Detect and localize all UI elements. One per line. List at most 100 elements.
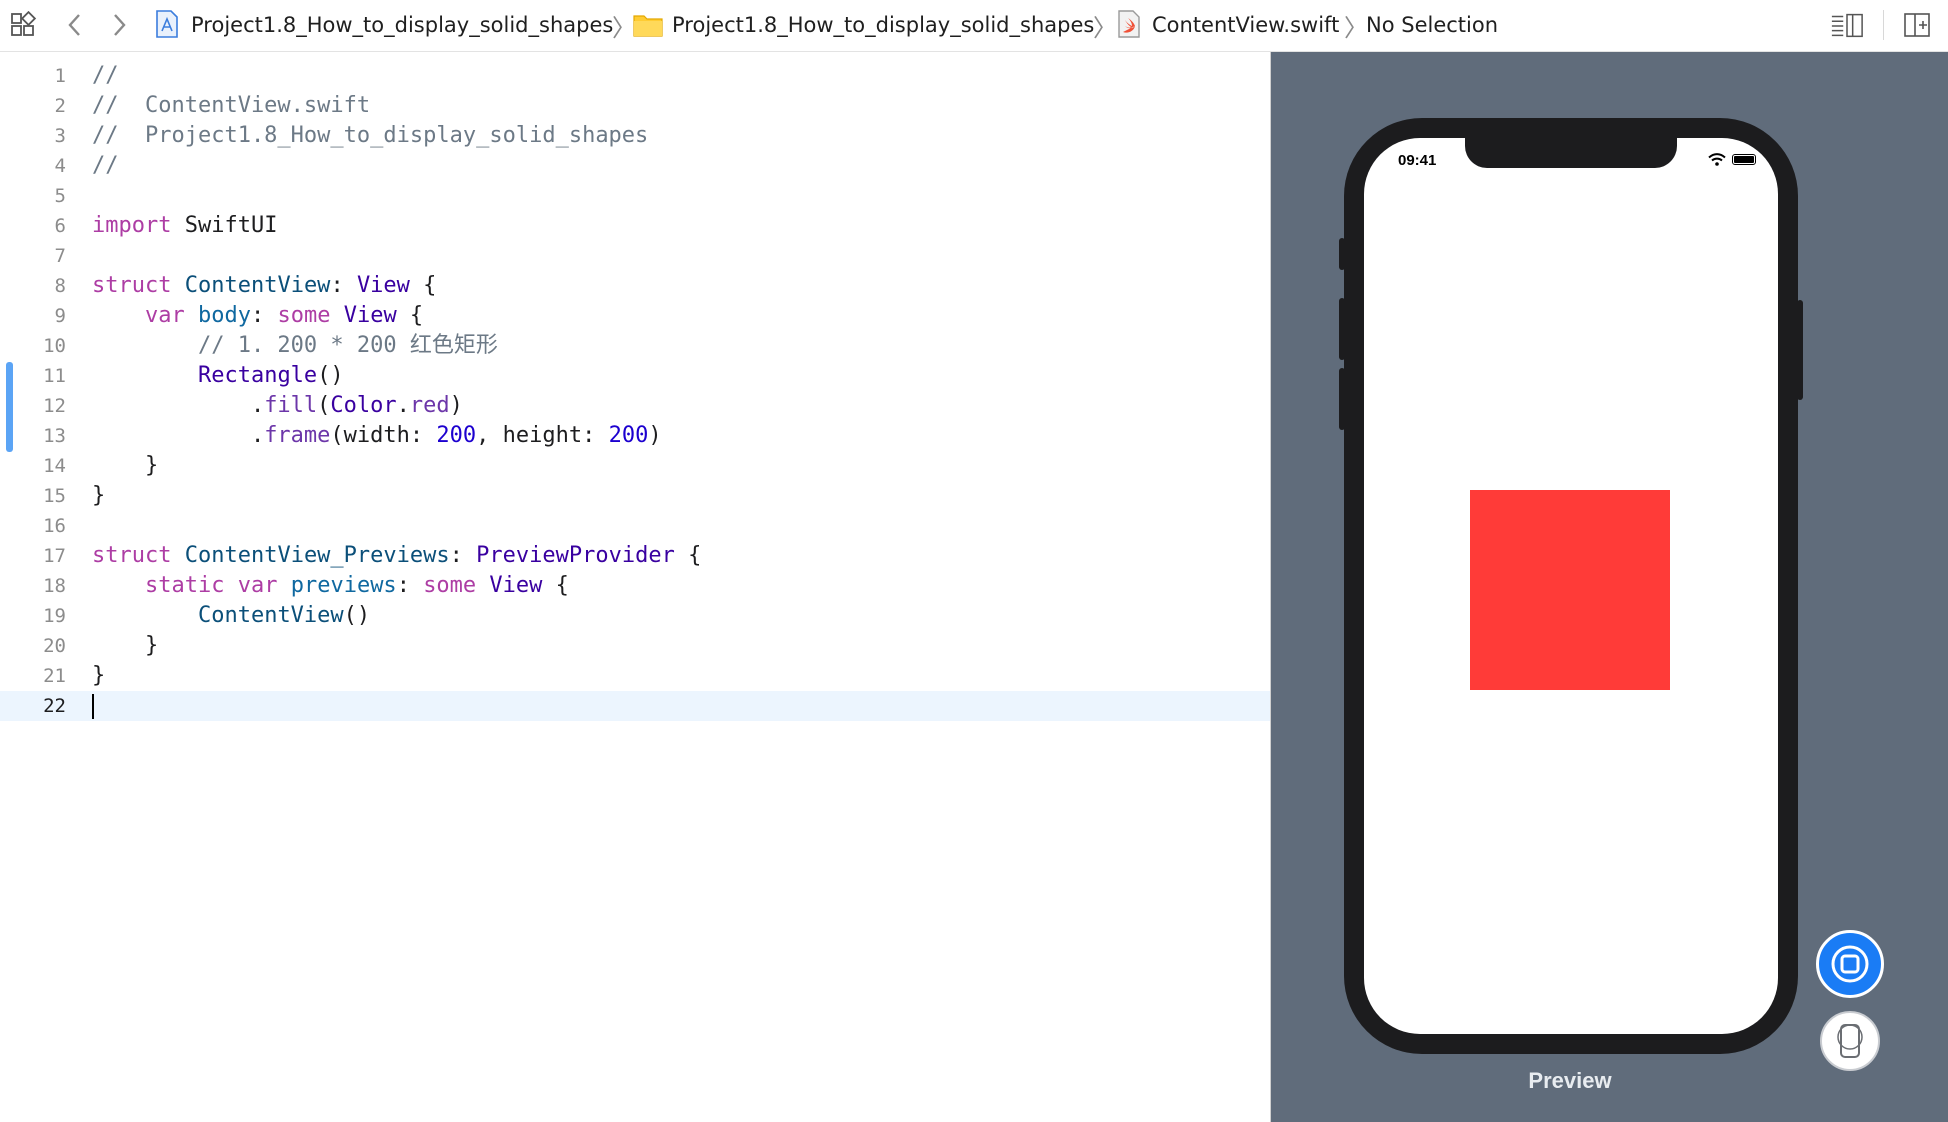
status-bar-icons bbox=[1708, 153, 1756, 166]
code-token: SwiftUI bbox=[171, 213, 278, 238]
code-line[interactable]: 2 // ContentView.swift bbox=[0, 91, 1270, 121]
lines-list-icon bbox=[1831, 13, 1863, 38]
code-line[interactable]: 3 // Project1.8_How_to_display_solid_shap… bbox=[0, 121, 1270, 151]
code-token: , height: bbox=[476, 423, 609, 448]
stop-square-icon bbox=[1831, 945, 1869, 983]
add-editor-button[interactable] bbox=[1900, 8, 1934, 42]
line-number: 12 bbox=[43, 395, 66, 417]
grid-icon bbox=[11, 11, 37, 36]
code-line[interactable]: 7 bbox=[0, 241, 1270, 271]
line-number: 20 bbox=[43, 635, 66, 657]
code-line[interactable]: 14 } bbox=[0, 451, 1270, 481]
code-token: ) bbox=[449, 393, 463, 418]
code-token: { bbox=[674, 543, 702, 568]
line-number: 3 bbox=[54, 125, 66, 147]
preview-on-device-button[interactable] bbox=[1820, 1011, 1880, 1071]
code-line[interactable]: 15} bbox=[0, 481, 1270, 511]
code-line[interactable]: 19 ContentView() bbox=[0, 601, 1270, 631]
line-number: 16 bbox=[43, 515, 66, 537]
forward-button[interactable] bbox=[102, 8, 136, 42]
code-token: fill bbox=[264, 393, 318, 418]
folder-icon bbox=[632, 10, 664, 42]
code-text: .fill(Color.red) bbox=[92, 391, 463, 421]
line-number: 21 bbox=[43, 665, 66, 687]
line-number: 19 bbox=[43, 605, 66, 627]
code-token: View bbox=[343, 303, 397, 328]
code-text: // ContentView.swift bbox=[92, 91, 370, 121]
code-token: . bbox=[92, 423, 265, 448]
code-token: { bbox=[542, 573, 569, 598]
code-token: : bbox=[449, 543, 477, 568]
line-number: 11 bbox=[43, 365, 66, 387]
back-button[interactable] bbox=[58, 8, 92, 42]
code-text: static var previews: some View { bbox=[92, 571, 569, 601]
code-token: } bbox=[92, 453, 159, 478]
jump-bar: Project1.8_How_to_display_solid_shapes 〉… bbox=[0, 0, 1948, 52]
line-number: 1 bbox=[54, 65, 66, 87]
split-editor-icon bbox=[1904, 13, 1930, 37]
code-line[interactable]: 18 static var previews: some View { bbox=[0, 571, 1270, 601]
code-token: // bbox=[92, 153, 119, 178]
chevron-right-icon bbox=[114, 14, 126, 36]
code-text: struct ContentView: View { bbox=[92, 271, 436, 301]
code-token: { bbox=[396, 303, 424, 328]
swift-file-icon bbox=[1116, 9, 1142, 43]
code-token: : bbox=[330, 273, 357, 298]
chevron-left-icon bbox=[68, 14, 80, 36]
code-text: import SwiftUI bbox=[92, 211, 277, 241]
related-items-button[interactable] bbox=[6, 8, 40, 42]
device-notch bbox=[1465, 138, 1677, 168]
line-number: 5 bbox=[54, 185, 66, 207]
code-line[interactable]: 13 .frame(width: 200, height: 200) bbox=[0, 421, 1270, 451]
live-preview-button[interactable] bbox=[1816, 930, 1884, 998]
source-editor[interactable]: 1 // 2 // ContentView.swift 3 // Project1.8_H… bbox=[0, 52, 1270, 1122]
code-line[interactable]: 12 .fill(Color.red) bbox=[0, 391, 1270, 421]
code-line[interactable]: 9 var body: some View { bbox=[0, 301, 1270, 331]
code-line[interactable]: 8 struct ContentView: View { bbox=[0, 271, 1270, 301]
breadcrumb-selection[interactable]: No Selection bbox=[1366, 12, 1498, 38]
line-number: 7 bbox=[54, 245, 66, 267]
code-token: View bbox=[489, 573, 543, 598]
breadcrumb-file[interactable]: ContentView.swift bbox=[1152, 12, 1339, 38]
code-token: . bbox=[396, 393, 410, 418]
code-token: Rectangle bbox=[197, 363, 318, 388]
code-token: some bbox=[423, 573, 477, 598]
line-number: 9 bbox=[54, 305, 66, 327]
code-line[interactable]: 5 bbox=[0, 181, 1270, 211]
editor-options-button[interactable] bbox=[1830, 8, 1864, 42]
preview-label: Preview bbox=[1528, 1068, 1612, 1093]
code-text: ContentView() bbox=[92, 601, 370, 631]
breadcrumb-separator-icon: 〉 bbox=[1093, 14, 1117, 42]
code-line[interactable]: 16 bbox=[0, 511, 1270, 541]
code-line[interactable]: 1 // bbox=[0, 61, 1270, 91]
code-token: } bbox=[92, 633, 159, 658]
device-side-button bbox=[1339, 298, 1345, 360]
line-number: 6 bbox=[54, 215, 66, 237]
code-line[interactable]: 4 // bbox=[0, 151, 1270, 181]
breadcrumb-folder[interactable]: Project1.8_How_to_display_solid_shapes bbox=[672, 12, 1094, 38]
toolbar-divider bbox=[1883, 10, 1884, 40]
code-token: } bbox=[92, 483, 106, 508]
code-line[interactable]: 10 // 1. 200 * 200 红色矩形 bbox=[0, 331, 1270, 361]
code-line[interactable]: 21} bbox=[0, 661, 1270, 691]
code-line[interactable]: 6 import SwiftUI bbox=[0, 211, 1270, 241]
code-line[interactable]: 11 Rectangle() bbox=[0, 361, 1270, 391]
code-line[interactable]: 20 } bbox=[0, 631, 1270, 661]
code-token: red bbox=[409, 393, 450, 418]
line-number: 15 bbox=[43, 485, 66, 507]
device-icon bbox=[1837, 1024, 1863, 1058]
code-text: } bbox=[92, 661, 105, 691]
breadcrumb-project[interactable]: Project1.8_How_to_display_solid_shapes bbox=[191, 12, 613, 38]
code-text: Rectangle() bbox=[92, 361, 344, 391]
code-token: (width: bbox=[330, 423, 437, 448]
code-token: { bbox=[409, 273, 437, 298]
code-token: } bbox=[92, 663, 106, 688]
code-line[interactable]: 22 bbox=[0, 691, 1270, 721]
line-number: 22 bbox=[43, 695, 66, 717]
code-line[interactable]: 17 struct ContentView_Previews: PreviewPr… bbox=[0, 541, 1270, 571]
